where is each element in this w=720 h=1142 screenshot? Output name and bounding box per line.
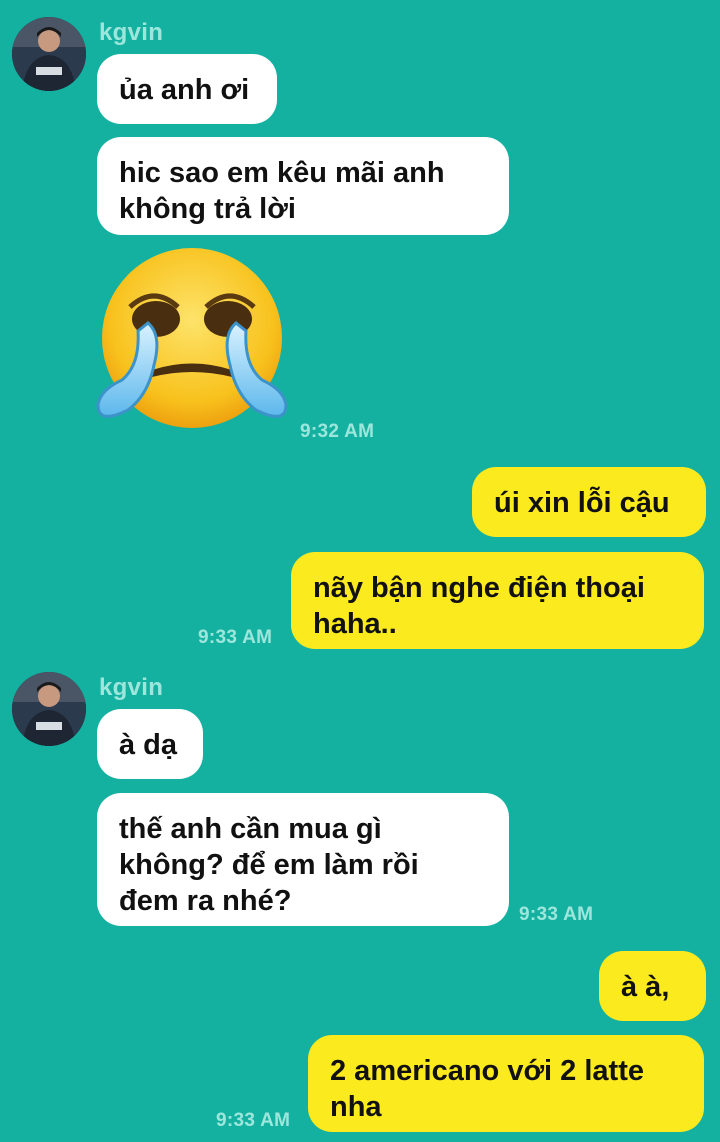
message-timestamp: 9:33 AM (198, 627, 273, 648)
message-timestamp: 9:32 AM (300, 421, 375, 442)
loudly-crying-face-icon[interactable] (92, 245, 292, 435)
message-bubble[interactable]: úi xin lỗi cậu (472, 467, 706, 537)
sender-name: kgvin (99, 674, 164, 701)
avatar[interactable] (12, 17, 86, 91)
message-timestamp: 9:33 AM (216, 1110, 291, 1131)
sender-name: kgvin (99, 19, 164, 46)
message-bubble[interactable]: thế anh cần mua gì không? để em làm rồi … (97, 793, 509, 926)
message-bubble[interactable]: à à, (599, 951, 706, 1021)
message-bubble[interactable]: à dạ (97, 709, 203, 779)
message-bubble[interactable]: nãy bận nghe điện thoại haha.. (291, 552, 704, 649)
message-bubble[interactable]: ủa anh ơi (97, 54, 277, 124)
avatar[interactable] (12, 672, 86, 746)
message-bubble[interactable]: hic sao em kêu mãi anh không trả lời (97, 137, 509, 235)
message-bubble[interactable]: 2 americano với 2 latte nha (308, 1035, 704, 1132)
message-timestamp: 9:33 AM (519, 904, 594, 925)
